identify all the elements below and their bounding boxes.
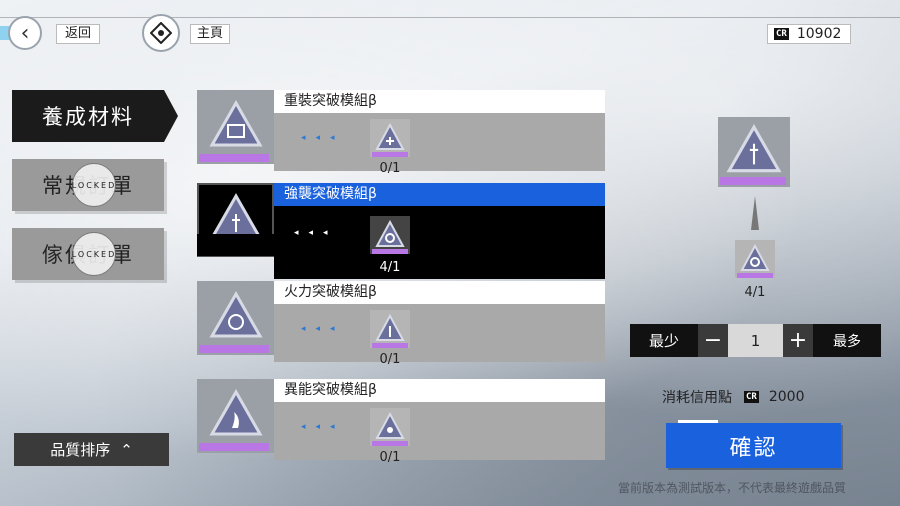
item-count: 4/1 <box>379 260 401 275</box>
rarity-bar <box>199 154 269 162</box>
item-count: 0/1 <box>379 352 401 367</box>
cost-label: 消耗信用點 <box>662 390 732 406</box>
list-item[interactable]: 異能突破模組β ◂◂◂ 0/1 <box>197 379 605 475</box>
item-body: ◂◂◂ 0/1 <box>274 113 605 176</box>
item-name: 火力突破模組β <box>274 281 605 304</box>
sort-label: 品質排序 <box>50 441 111 459</box>
credit-value: 10902 <box>796 26 842 42</box>
chevron-up-icon: ⌃ <box>120 440 133 459</box>
rarity-bar <box>199 345 269 353</box>
credit-icon: CR <box>774 28 789 40</box>
back-label: 返回 <box>56 24 100 44</box>
rarity-bar <box>372 249 408 254</box>
item-body-left <box>197 234 274 256</box>
tab-regular-orders[interactable]: 常規訂單 LOCKED <box>12 159 164 211</box>
lock-icon: LOCKED <box>72 232 116 276</box>
lock-text: LOCKED <box>71 249 117 259</box>
list-item-selected[interactable]: 強襲突破模組β ◂◂◂ 4/1 <box>197 183 605 279</box>
tab-materials-label: 養成材料 <box>42 105 134 129</box>
test-version-note: 當前版本為測試版本，不代表最終遊戲品質 <box>618 481 847 495</box>
required-count: 4/1 <box>744 285 766 300</box>
qty-max-button[interactable]: 最多 <box>813 324 881 357</box>
back-button[interactable]: ‹ 返回 <box>0 16 104 50</box>
target-module-icon <box>370 119 410 157</box>
list-item[interactable]: 火力突破模組β ◂◂◂ 0/1 <box>197 281 605 377</box>
sword-module-icon <box>370 310 410 348</box>
flame-module-icon <box>197 379 274 453</box>
cost-row: 消耗信用點 CR 2000 <box>662 387 804 407</box>
shield-module-icon <box>197 90 274 164</box>
lock-icon: LOCKED <box>72 163 116 207</box>
target-module-icon <box>735 240 775 278</box>
confirm-button[interactable]: 確認 <box>666 420 841 468</box>
cost-value: 2000 <box>768 389 805 405</box>
item-name: 異能突破模組β <box>274 379 605 402</box>
rarity-bar <box>720 177 786 185</box>
rarity-bar <box>737 273 773 278</box>
qty-min-button[interactable]: 最少 <box>630 324 698 357</box>
rarity-bar <box>372 441 408 446</box>
item-name: 重裝突破模組β <box>274 90 605 113</box>
arrow-left-icon: ◂◂◂ <box>301 133 345 143</box>
minus-icon[interactable]: − <box>698 324 728 357</box>
chevron-left-icon: ‹ <box>8 16 42 50</box>
rarity-bar <box>199 443 269 451</box>
arrow-left-icon: ◂◂◂ <box>301 422 345 432</box>
confirm-label: 確認 <box>729 435 778 461</box>
target-module-icon <box>370 216 410 254</box>
target-module-icon <box>197 281 274 355</box>
arrow-left-icon: ◂◂◂ <box>301 324 345 334</box>
home-button[interactable]: 主頁 <box>138 14 234 52</box>
item-count: 0/1 <box>379 450 401 465</box>
rarity-bar <box>372 152 408 157</box>
item-body: ◂◂◂ 0/1 <box>274 304 605 367</box>
lock-text: LOCKED <box>71 180 117 190</box>
connector-arrow <box>751 196 759 230</box>
list-item[interactable]: 重裝突破模組β ◂◂◂ 0/1 <box>197 90 605 186</box>
item-body: ◂◂◂ 4/1 <box>274 206 605 279</box>
item-body: ◂◂◂ 0/1 <box>274 402 605 465</box>
credit-balance: CR 10902 <box>767 24 851 44</box>
top-divider <box>0 17 900 18</box>
plus-icon[interactable]: + <box>783 324 813 357</box>
item-name: 強襲突破模組β <box>274 183 605 206</box>
item-count: 0/1 <box>379 161 401 176</box>
quantity-stepper: 最少 − 1 + 最多 <box>630 324 881 357</box>
qty-value[interactable]: 1 <box>728 324 783 357</box>
tab-furniture-orders[interactable]: 傢俱訂單 LOCKED <box>12 228 164 280</box>
gear-module-icon <box>370 408 410 446</box>
home-label: 主頁 <box>190 24 230 44</box>
sort-quality-button[interactable]: 品質排序 ⌃ <box>14 433 169 466</box>
home-icon <box>142 14 180 52</box>
tab-materials[interactable]: 養成材料 <box>12 90 178 142</box>
arrow-left-icon: ◂◂◂ <box>294 228 338 238</box>
credit-icon: CR <box>744 391 759 403</box>
rarity-bar <box>372 343 408 348</box>
sword-module-icon <box>718 117 790 187</box>
